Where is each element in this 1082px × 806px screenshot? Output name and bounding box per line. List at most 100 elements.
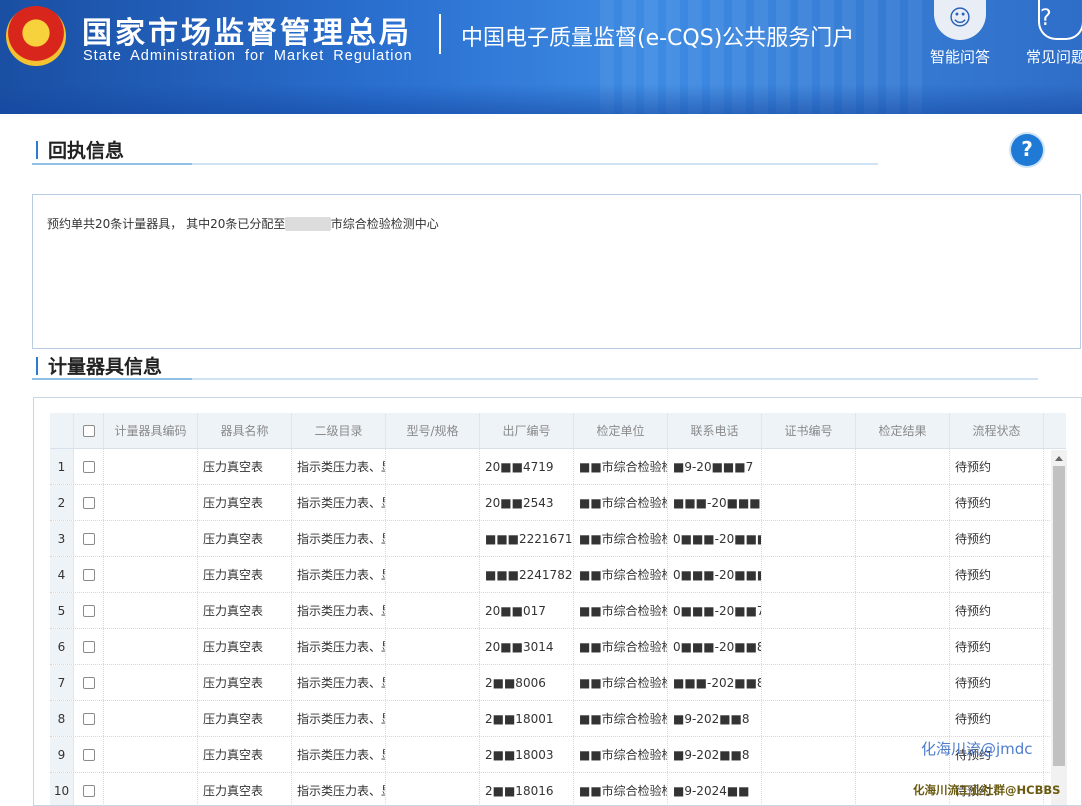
row-checkbox[interactable] [82, 712, 95, 725]
title-accent-bar [36, 141, 38, 159]
select-all-checkbox-cell[interactable] [74, 413, 104, 448]
cell-model [386, 773, 480, 805]
cell-phone: 0■■■-20■■■ [668, 521, 762, 556]
org-name-cn: 国家市场监督管理总局 [82, 16, 412, 51]
national-emblem-icon: ★ [6, 6, 66, 66]
cell-code [104, 737, 198, 772]
cell-result [856, 449, 950, 484]
table-row[interactable]: 2 压力真空表 指示类压力表、显 20■■2543 ■■市综合检验检 ■■■-20■■■ 待… [50, 485, 1066, 521]
row-checkbox[interactable] [82, 748, 95, 761]
watermark-user: 化海川流@jmdc [921, 740, 1033, 758]
receipt-box: 预约单共20条计量器具， 其中20条已分配至■■■■市综合检验检测中心 [32, 194, 1081, 349]
cell-model [386, 701, 480, 736]
cell-serial: 20■■017 [480, 593, 574, 628]
table-row[interactable]: 4 压力真空表 指示类压力表、显 ■■■2241782 ■■市综合检验检 0■■■-20■… [50, 557, 1066, 593]
col-code[interactable]: 计量器具编码 [104, 413, 198, 448]
cell-cert [762, 701, 856, 736]
col-phone[interactable]: 联系电话 [668, 413, 762, 448]
table-row[interactable]: 6 压力真空表 指示类压力表、显 20■■3014 ■■市综合检验检 0■■■-20■■8… [50, 629, 1066, 665]
cell-phone: ■9-202■■8 [668, 701, 762, 736]
cell-name: 压力真空表 [198, 737, 292, 772]
table-row[interactable]: 5 压力真空表指示类压力表、显 20■■017■■市综合检验检0■■■-20■■78… [50, 593, 1066, 629]
cell-unit: ■■市综合检验检 [574, 449, 668, 484]
row-checkbox[interactable] [82, 604, 95, 617]
row-checkbox[interactable] [82, 784, 95, 797]
cell-serial: 20■■2543 [480, 485, 574, 520]
cell-cert [762, 773, 856, 805]
table-row[interactable]: 7 压力真空表 指示类压力表、显 2■■8006 ■■市综合检验检 ■■■-202■■8 待… [50, 665, 1066, 701]
cell-status: 待预约 [950, 485, 1044, 520]
faq-label: 常见问题 [1026, 48, 1082, 66]
cell-model [386, 521, 480, 556]
col-result[interactable]: 检定结果 [856, 413, 950, 448]
col-serial[interactable]: 出厂编号 [480, 413, 574, 448]
cell-cert [762, 449, 856, 484]
cell-status: 待预约 [950, 629, 1044, 664]
row-checkbox-cell[interactable] [74, 701, 104, 736]
scroll-up-arrow-icon[interactable] [1055, 456, 1063, 461]
row-checkbox[interactable] [82, 532, 95, 545]
row-checkbox-cell[interactable] [74, 485, 104, 520]
col-model[interactable]: 型号/规格 [386, 413, 480, 448]
cell-unit: ■■市综合检验检 [574, 665, 668, 700]
cell-code [104, 485, 198, 520]
row-checkbox-cell[interactable] [74, 773, 104, 805]
cell-category: 指示类压力表、显 [292, 485, 386, 520]
row-checkbox-cell[interactable] [74, 737, 104, 772]
row-index: 7 [50, 665, 74, 700]
row-checkbox-cell[interactable] [74, 629, 104, 664]
cell-status: 待预约 [950, 521, 1044, 556]
row-checkbox-cell[interactable] [74, 665, 104, 700]
row-index: 6 [50, 629, 74, 664]
cell-name: 压力真空表 [198, 773, 292, 805]
row-index: 5 [50, 593, 74, 628]
table-row[interactable]: 9 压力真空表 指示类压力表、显 2■■18003 ■■市综合检验检 ■9-202■■8 待… [50, 737, 1066, 773]
row-checkbox-cell[interactable] [74, 521, 104, 556]
cell-cert [762, 737, 856, 772]
cell-model [386, 737, 480, 772]
cell-result [856, 665, 950, 700]
cell-category: 指示类压力表、显 [292, 737, 386, 772]
cell-unit: ■■市综合检验检 [574, 737, 668, 772]
cell-code [104, 701, 198, 736]
row-checkbox[interactable] [82, 676, 95, 689]
cell-code [104, 593, 198, 628]
row-checkbox-cell[interactable] [74, 557, 104, 592]
cell-status: 待预约 [950, 701, 1044, 736]
cell-serial: 2■■8006 [480, 665, 574, 700]
scrollbar-thumb[interactable] [1053, 466, 1065, 766]
help-icon[interactable]: ? [1011, 134, 1043, 166]
row-checkbox-cell[interactable] [74, 449, 104, 484]
row-checkbox[interactable] [82, 496, 95, 509]
cell-name: 压力真空表 [198, 593, 292, 628]
cell-model [386, 557, 480, 592]
table-row[interactable]: 8 压力真空表 指示类压力表、显 2■■18001 ■■市综合检验检 ■9-202■■8 待… [50, 701, 1066, 737]
cell-result [856, 485, 950, 520]
table-row[interactable]: 3 压力真空表 指示类压力表、显 ■■■22216712 ■■市综合检验检 0■■■-20… [50, 521, 1066, 557]
instruments-title-underline [32, 378, 1038, 380]
cell-name: 压力真空表 [198, 521, 292, 556]
cell-model [386, 485, 480, 520]
col-status[interactable]: 流程状态 [950, 413, 1044, 448]
cell-cert [762, 521, 856, 556]
col-name[interactable]: 器具名称 [198, 413, 292, 448]
cell-result [856, 593, 950, 628]
col-unit[interactable]: 检定单位 [574, 413, 668, 448]
table-vertical-scrollbar[interactable] [1051, 450, 1067, 805]
smart-qa-button[interactable]: ☺ 智能问答 [924, 0, 996, 67]
cell-phone: ■9-20■■■7 [668, 449, 762, 484]
row-checkbox[interactable] [82, 568, 95, 581]
cell-unit: ■■市综合检验检 [574, 629, 668, 664]
cell-phone: 0■■■-20■■78 [668, 593, 762, 628]
table-row[interactable]: 1 压力真空表 指示类压力表、显 20■■4719 ■■市综合检验检 ■9-20■■■7 待… [50, 449, 1066, 485]
select-all-checkbox[interactable] [82, 424, 95, 437]
row-checkbox[interactable] [82, 640, 95, 653]
cell-name: 压力真空表 [198, 557, 292, 592]
col-cert[interactable]: 证书编号 [762, 413, 856, 448]
cell-phone: 0■■■-20■■■ [668, 557, 762, 592]
faq-button[interactable]: ? 常见问题 [1026, 0, 1082, 67]
col-category[interactable]: 二级目录 [292, 413, 386, 448]
row-checkbox[interactable] [82, 460, 95, 473]
cell-model [386, 629, 480, 664]
row-checkbox-cell[interactable] [74, 593, 104, 628]
